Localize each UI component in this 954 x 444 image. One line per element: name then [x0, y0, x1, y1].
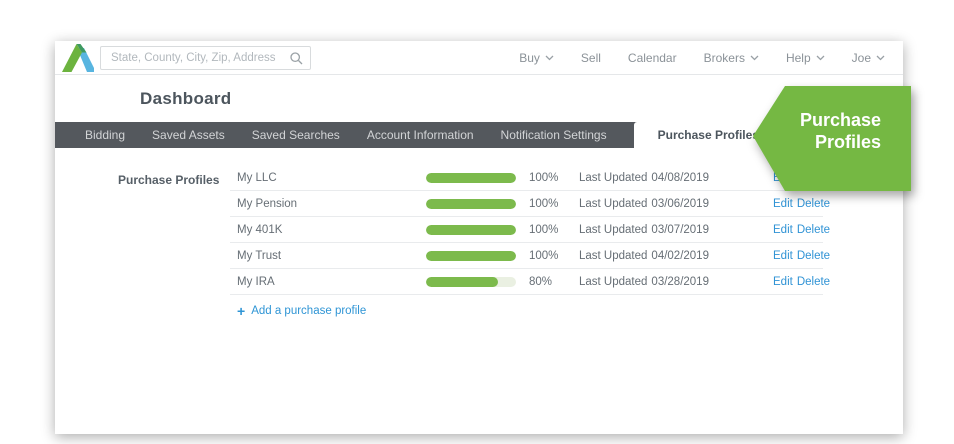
edit-link[interactable]: Edit: [773, 198, 793, 210]
table-row: My IRA 80% Last Updated 03/28/2019 Edit De…: [230, 269, 830, 295]
last-updated: Last Updated 04/08/2019: [579, 171, 709, 184]
edit-link[interactable]: Edit: [773, 250, 793, 262]
edit-link[interactable]: Edit: [773, 276, 793, 288]
top-navbar: Buy Sell Calendar Brokers Help Joe: [55, 41, 903, 75]
plus-icon: +: [237, 303, 246, 319]
profile-name: My LLC: [237, 171, 277, 184]
table-row: My Pension 100% Last Updated 03/06/2019 E…: [230, 191, 830, 217]
search-input[interactable]: [101, 47, 310, 69]
last-updated: Last Updated 03/28/2019: [579, 275, 709, 288]
add-purchase-profile-link[interactable]: + Add a purchase profile: [237, 304, 366, 318]
tab-account-information[interactable]: Account Information: [367, 122, 474, 148]
row-actions: Edit Delete: [769, 250, 831, 262]
delete-link[interactable]: Delete: [797, 198, 830, 210]
progress-bar: [426, 198, 516, 209]
edit-link[interactable]: Edit: [773, 224, 793, 236]
search-box: [100, 46, 311, 70]
last-updated: Last Updated 04/02/2019: [579, 249, 709, 262]
purchase-profiles-table: My LLC 100% Last Updated04/08/2019 Edit D…: [230, 165, 830, 319]
profile-name: My 401K: [237, 223, 283, 236]
nav-user-menu[interactable]: Joe: [852, 51, 885, 65]
progress-bar: [426, 224, 516, 235]
profile-name: My Trust: [237, 249, 282, 262]
nav-buy[interactable]: Buy: [519, 51, 554, 65]
tab-saved-assets[interactable]: Saved Assets: [152, 122, 225, 148]
callout-arrow-shape: Purchase Profiles: [753, 86, 911, 191]
add-row: + Add a purchase profile: [230, 295, 823, 319]
chevron-down-icon: [816, 55, 825, 61]
tab-notification-settings[interactable]: Notification Settings: [501, 122, 607, 148]
tab-bidding[interactable]: Bidding: [85, 122, 125, 148]
progress-bar: [426, 276, 516, 287]
primary-nav: Buy Sell Calendar Brokers Help Joe: [519, 41, 885, 75]
progress-percent: 100%: [529, 249, 559, 262]
search-icon[interactable]: [290, 52, 303, 65]
nav-help[interactable]: Help: [786, 51, 825, 65]
table-row: My LLC 100% Last Updated04/08/2019 EditD…: [230, 165, 830, 191]
chevron-down-icon: [545, 55, 554, 61]
purchase-profiles-callout: Purchase Profiles: [750, 86, 911, 191]
chevron-down-icon: [750, 55, 759, 61]
callout-text: Purchase Profiles: [799, 110, 881, 152]
delete-link[interactable]: Delete: [797, 276, 830, 288]
nav-calendar[interactable]: Calendar: [628, 51, 677, 65]
page-title: Dashboard: [140, 88, 232, 108]
progress-bar: [426, 172, 516, 183]
nav-brokers[interactable]: Brokers: [704, 51, 759, 65]
delete-link[interactable]: Delete: [797, 250, 830, 262]
row-actions: Edit Delete: [769, 276, 831, 288]
profile-name: My Pension: [237, 197, 298, 210]
delete-link[interactable]: Delete: [797, 224, 830, 236]
progress-percent: 100%: [529, 197, 559, 210]
progress-percent: 100%: [529, 223, 559, 236]
nav-sell[interactable]: Sell: [581, 51, 601, 65]
table-row: My 401K 100% Last Updated 03/07/2019 Edit…: [230, 217, 830, 243]
profile-name: My IRA: [237, 275, 275, 288]
progress-bar: [426, 250, 516, 261]
row-actions: Edit Delete: [769, 224, 831, 236]
row-actions: Edit Delete: [769, 198, 831, 210]
tab-saved-searches[interactable]: Saved Searches: [252, 122, 340, 148]
brand-logo-icon[interactable]: [61, 44, 95, 72]
table-row: My Trust 100% Last Updated 04/02/2019 Edi…: [230, 243, 830, 269]
last-updated: Last Updated 03/06/2019: [579, 197, 709, 210]
last-updated: Last Updated 03/07/2019: [579, 223, 709, 236]
section-label: Purchase Profiles: [118, 173, 220, 187]
add-link-label: Add a purchase profile: [251, 305, 367, 317]
chevron-down-icon: [876, 55, 885, 61]
progress-percent: 80%: [529, 275, 553, 288]
progress-percent: 100%: [529, 171, 559, 184]
